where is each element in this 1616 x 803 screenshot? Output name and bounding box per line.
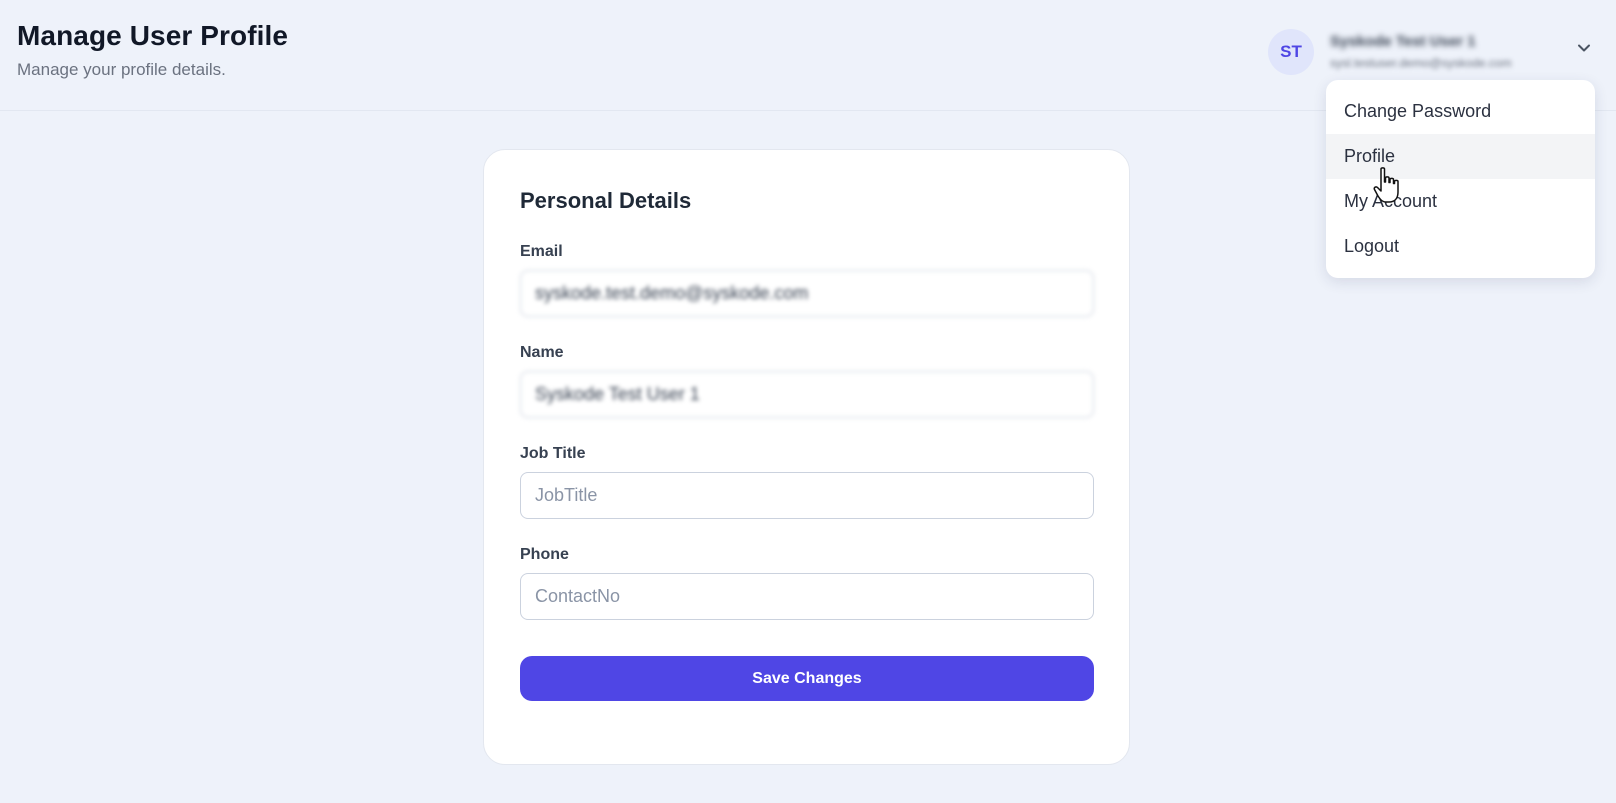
phone-label: Phone — [520, 546, 569, 563]
job-title-field[interactable] — [520, 472, 1094, 519]
user-menu-toggle[interactable]: ST Syskode Test User 1 sysl.testuser.dem… — [1268, 26, 1598, 78]
user-email: sysl.testuser.demo@syskode.com — [1330, 56, 1512, 70]
page-title: Manage User Profile — [17, 20, 289, 51]
hand-pointer-cursor-icon — [1373, 167, 1399, 203]
personal-details-card: Personal Details Email Name Job Title Ph… — [483, 149, 1130, 765]
page-subtitle: Manage your profile details. — [17, 60, 226, 79]
card-title: Personal Details — [520, 188, 692, 213]
menu-item-profile[interactable]: Profile — [1326, 134, 1595, 179]
email-label: Email — [520, 243, 563, 260]
menu-item-my-account[interactable]: My Account — [1326, 179, 1595, 224]
menu-item-logout[interactable]: Logout — [1326, 224, 1595, 269]
name-field[interactable] — [520, 371, 1094, 418]
email-field[interactable] — [520, 270, 1094, 317]
menu-item-change-password[interactable]: Change Password — [1326, 89, 1595, 134]
user-dropdown-menu: Change Password Profile My Account Logou… — [1326, 80, 1595, 278]
avatar: ST — [1268, 29, 1314, 75]
name-label: Name — [520, 344, 564, 361]
phone-field[interactable] — [520, 573, 1094, 620]
save-changes-button[interactable]: Save Changes — [520, 656, 1094, 701]
user-name: Syskode Test User 1 — [1330, 33, 1476, 49]
job-title-label: Job Title — [520, 445, 586, 462]
chevron-down-icon[interactable] — [1574, 38, 1594, 58]
